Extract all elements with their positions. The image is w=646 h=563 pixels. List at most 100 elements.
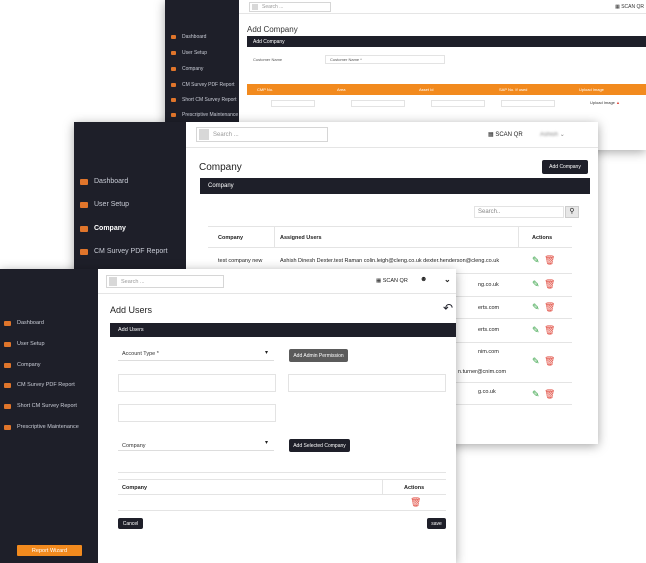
delete-icon[interactable]: 🗑 [544, 356, 555, 367]
edit-icon[interactable]: ✎ [532, 389, 540, 400]
save-button[interactable]: save [427, 518, 446, 529]
search-input[interactable]: Search ... [196, 127, 328, 142]
add-selected-company-button[interactable]: Add Selected Company [289, 439, 350, 452]
col-actions: Actions [532, 235, 553, 241]
user-icon[interactable]: ☻ [420, 276, 427, 283]
area-input[interactable] [351, 100, 405, 107]
dashboard-icon [171, 35, 176, 39]
col-cmp-no: CMP No. [257, 87, 274, 92]
col-asset-id: Asset Id [419, 87, 434, 92]
email-field[interactable] [118, 404, 276, 422]
asset-id-input[interactable] [431, 100, 485, 107]
sidebar-item-user-setup[interactable]: User Setup [4, 341, 45, 347]
sidebar-item-cm-survey[interactable]: CM Survey PDF Report [4, 382, 75, 388]
full-name-field[interactable] [118, 374, 276, 392]
search-icon [199, 129, 209, 140]
delete-icon[interactable]: 🗑 [544, 302, 555, 313]
sidebar-item-prescriptive[interactable]: Prescriptive Maintenance [4, 424, 79, 430]
col-sap-no: SAP No. If used [499, 87, 528, 92]
report-icon [4, 403, 11, 409]
table-search-button[interactable]: ⚲ [565, 206, 579, 218]
back-icon[interactable]: ↶ [443, 301, 453, 315]
section-header: Add Users [110, 323, 456, 337]
sap-no-input[interactable] [501, 100, 555, 107]
search-input[interactable]: Search ... [106, 275, 224, 288]
delete-icon[interactable]: 🗑 [544, 389, 555, 400]
column-divider [518, 227, 519, 247]
col-upload-image: Upload Image [579, 87, 604, 92]
sidebar-item-cm-survey[interactable]: CM Survey PDF Report [80, 248, 168, 255]
sidebar-item-user-setup[interactable]: User Setup [171, 50, 207, 56]
cmp-no-input[interactable] [271, 100, 315, 107]
add-admin-permission-button[interactable]: Add Admin Permission [289, 349, 348, 362]
page-title: Company [199, 162, 242, 173]
delete-icon[interactable]: 🗑 [544, 279, 555, 290]
company-select[interactable]: Company ▾ [118, 437, 274, 451]
edit-icon[interactable]: ✎ [532, 356, 540, 367]
col-company: Company [218, 235, 244, 241]
chevron-down-icon: ⌄ [559, 132, 565, 138]
topbar: Search ... ▦ SCAN QR [239, 0, 646, 14]
col-area: Area [337, 87, 346, 92]
account-type-select[interactable]: Account Type * ▾ [118, 347, 274, 361]
sidebar-item-company[interactable]: Company [80, 225, 126, 232]
edit-icon[interactable]: ✎ [532, 255, 540, 266]
add-users-window: Dashboard User Setup Company CM Survey P… [0, 269, 456, 563]
cancel-button[interactable]: Cancel [118, 518, 143, 529]
sidebar-item-dashboard[interactable]: Dashboard [80, 178, 128, 185]
maintenance-icon [171, 113, 176, 117]
scan-qr-button[interactable]: ▦ SCAN QR [615, 4, 644, 10]
scan-qr-button[interactable]: ▦ SCAN QR [488, 131, 523, 138]
sidebar-item-user-setup[interactable]: User Setup [80, 201, 129, 208]
sidebar-item-short-cm[interactable]: Short CM Survey Report [4, 403, 77, 409]
add-company-button[interactable]: Add Company [542, 160, 588, 174]
search-icon [109, 277, 117, 286]
edit-icon[interactable]: ✎ [532, 279, 540, 290]
table-header: Company Assigned Users Actions [208, 226, 572, 248]
username-field[interactable] [288, 374, 446, 392]
search-icon: ⚲ [569, 208, 575, 215]
sidebar-item-dashboard[interactable]: Dashboard [4, 320, 44, 326]
scan-qr-button[interactable]: ▦ SCAN QR [376, 278, 408, 284]
section-header: Company [200, 178, 590, 194]
delete-icon[interactable]: 🗑 [544, 255, 555, 266]
sidebar-item-prescriptive[interactable]: Prescriptive Maintenance [171, 112, 238, 118]
edit-icon[interactable]: ✎ [532, 325, 540, 336]
report-wizard-button[interactable]: Report Wizard [17, 545, 82, 556]
page-title: Add Company [247, 25, 298, 34]
screenshot-stage: Dashboard User Setup Company CM Survey P… [0, 0, 646, 563]
user-setup-icon [4, 341, 11, 347]
maintenance-icon [4, 424, 11, 430]
report-icon [80, 248, 88, 255]
user-menu[interactable]: Ashish ⌄ [540, 131, 565, 138]
company-icon [80, 225, 88, 232]
sidebar-item-dashboard[interactable]: Dashboard [171, 34, 206, 40]
upload-image-button[interactable]: Upload Image ▲ [590, 100, 620, 105]
dashboard-icon [80, 178, 88, 185]
table-search-input[interactable]: Search.. [474, 206, 564, 218]
sidebar-item-company[interactable]: Company [171, 66, 203, 72]
report-icon [171, 83, 176, 87]
search-input[interactable]: Search ... [249, 2, 331, 12]
dropdown-arrow-icon: ▾ [264, 440, 268, 446]
col-actions: Actions [404, 485, 425, 491]
report-icon [4, 382, 11, 388]
dropdown-arrow-icon: ▾ [264, 350, 268, 356]
delete-icon[interactable]: 🗑 [544, 325, 555, 336]
customer-name-field[interactable]: Customer Name * [325, 55, 445, 64]
chevron-down-icon[interactable]: ⌄ [444, 275, 451, 284]
topbar: Search ... ▦ SCAN QR Ashish ⌄ [186, 122, 598, 148]
sidebar: Dashboard User Setup Company CM Survey P… [0, 269, 98, 563]
sidebar-item-cm-survey[interactable]: CM Survey PDF Report [171, 82, 235, 88]
delete-icon[interactable]: 🗑 [410, 497, 421, 508]
column-divider [274, 227, 275, 247]
dashboard-icon [4, 320, 11, 326]
topbar: Search ... ▦ SCAN QR ☻ ⌄ [98, 269, 456, 294]
sidebar-item-short-cm[interactable]: Short CM Survey Report [171, 97, 236, 103]
column-divider [382, 480, 383, 494]
table-header: Company Actions [118, 479, 446, 495]
sidebar-item-company[interactable]: Company [4, 362, 41, 368]
customer-name-label: Customer Name [253, 57, 283, 62]
section-header: Add Company [247, 36, 646, 47]
edit-icon[interactable]: ✎ [532, 302, 540, 313]
